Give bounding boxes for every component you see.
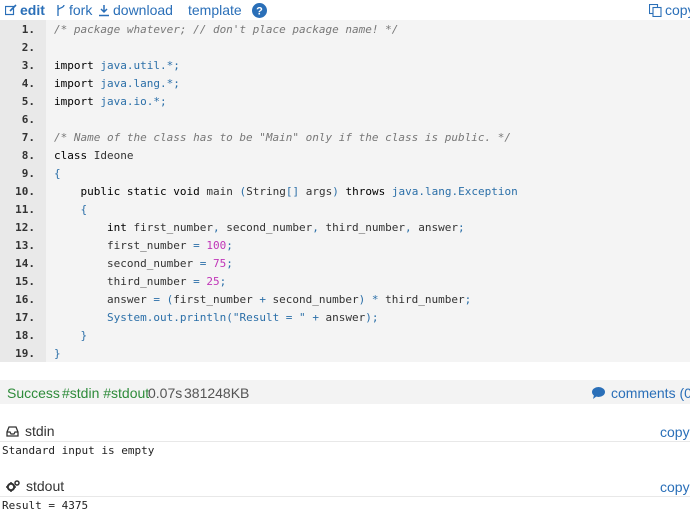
- code-text: first_number = 100;: [54, 239, 233, 252]
- stdin-label: stdin: [25, 423, 55, 439]
- stdout-content: Result = 4375: [2, 499, 89, 512]
- code-text: }: [80, 329, 88, 342]
- line-number: 11.: [15, 203, 35, 216]
- line-number: 10.: [15, 185, 35, 198]
- fork-label: fork: [69, 2, 93, 18]
- copy-icon: [649, 3, 662, 17]
- code-text: /* package whatever; // don't place pack…: [54, 23, 399, 36]
- line-number: 13.: [15, 239, 35, 252]
- line-number: 18.: [15, 329, 35, 342]
- result-time: 0.07s: [148, 385, 183, 401]
- comment-icon: [592, 387, 605, 399]
- edit-button[interactable]: edit: [5, 2, 45, 18]
- line-number: 16.: [15, 293, 35, 306]
- toolbar: edit fork download template ? copy: [0, 0, 690, 22]
- download-label: download: [113, 2, 173, 18]
- copy-label: copy: [665, 2, 690, 18]
- line-number: 9.: [21, 167, 35, 180]
- code-text: {: [54, 167, 61, 180]
- result-memory: 381248KB: [184, 385, 250, 401]
- stdin-title: stdin: [6, 423, 55, 439]
- line-number: 8.: [21, 149, 35, 162]
- line-number: 6.: [21, 113, 35, 126]
- line-number: 2.: [21, 41, 35, 54]
- result-bar: Success #stdin #stdout 0.07s 381248KB co…: [0, 380, 690, 404]
- help-button[interactable]: ?: [252, 3, 267, 18]
- line-number: 15.: [15, 275, 35, 288]
- download-icon: [99, 4, 109, 16]
- line-number: 1.: [21, 23, 35, 36]
- help-icon: ?: [252, 3, 267, 18]
- line-number: 7.: [21, 131, 35, 144]
- comments-label: comments (0): [611, 385, 690, 401]
- stdin-copy-button[interactable]: copy: [660, 424, 690, 440]
- fork-button[interactable]: fork: [56, 2, 92, 18]
- template-button[interactable]: template: [188, 2, 242, 18]
- line-number: 3.: [21, 59, 35, 72]
- code-text: second_number = 75;: [54, 257, 233, 270]
- line-number: 4.: [21, 77, 35, 90]
- gears-icon: [6, 480, 20, 492]
- stdin-header: stdin copy: [0, 423, 690, 442]
- stdout-copy-button[interactable]: copy: [660, 479, 690, 495]
- help-glyph: ?: [256, 6, 263, 18]
- copy-code-button[interactable]: copy: [649, 2, 690, 18]
- code-text: System.out.println("Result = " + answer)…: [106, 311, 379, 324]
- stdout-title: stdout: [6, 478, 64, 494]
- code-text: int first_number, second_number, third_n…: [106, 221, 465, 234]
- code-text: import java.io.*;: [54, 95, 167, 108]
- edit-icon: [5, 4, 17, 16]
- code-text: answer = (first_number + second_number) …: [54, 293, 472, 306]
- code-editor[interactable]: 1. /* package whatever; // don't place pa…: [0, 20, 690, 362]
- result-tags: #stdin #stdout: [62, 385, 150, 401]
- code-text: public static void main (String[] args) …: [80, 185, 518, 198]
- stdin-content: Standard input is empty: [2, 444, 155, 457]
- line-number: 5.: [21, 95, 35, 108]
- edit-label: edit: [20, 2, 45, 18]
- code-text: }: [54, 347, 61, 360]
- code-text: class Ideone: [54, 149, 134, 162]
- code-text: import java.lang.*;: [54, 77, 180, 90]
- code-text: import java.util.*;: [54, 59, 180, 72]
- code-text: /* Name of the class has to be "Main" on…: [54, 131, 511, 144]
- comments-link[interactable]: comments (0): [592, 385, 690, 401]
- status-success: Success: [7, 385, 60, 401]
- download-button[interactable]: download: [98, 2, 173, 18]
- line-number: 19.: [15, 347, 35, 360]
- stdout-label: stdout: [26, 478, 65, 494]
- stdout-header: stdout copy: [0, 478, 690, 497]
- code-text: third_number = 25;: [54, 275, 227, 288]
- template-label: template: [188, 2, 242, 18]
- code-text: {: [80, 203, 88, 216]
- line-number: 12.: [15, 221, 35, 234]
- line-number: 14.: [15, 257, 35, 270]
- fork-icon: [57, 4, 65, 16]
- line-number: 17.: [15, 311, 35, 324]
- inbox-icon: [6, 425, 19, 437]
